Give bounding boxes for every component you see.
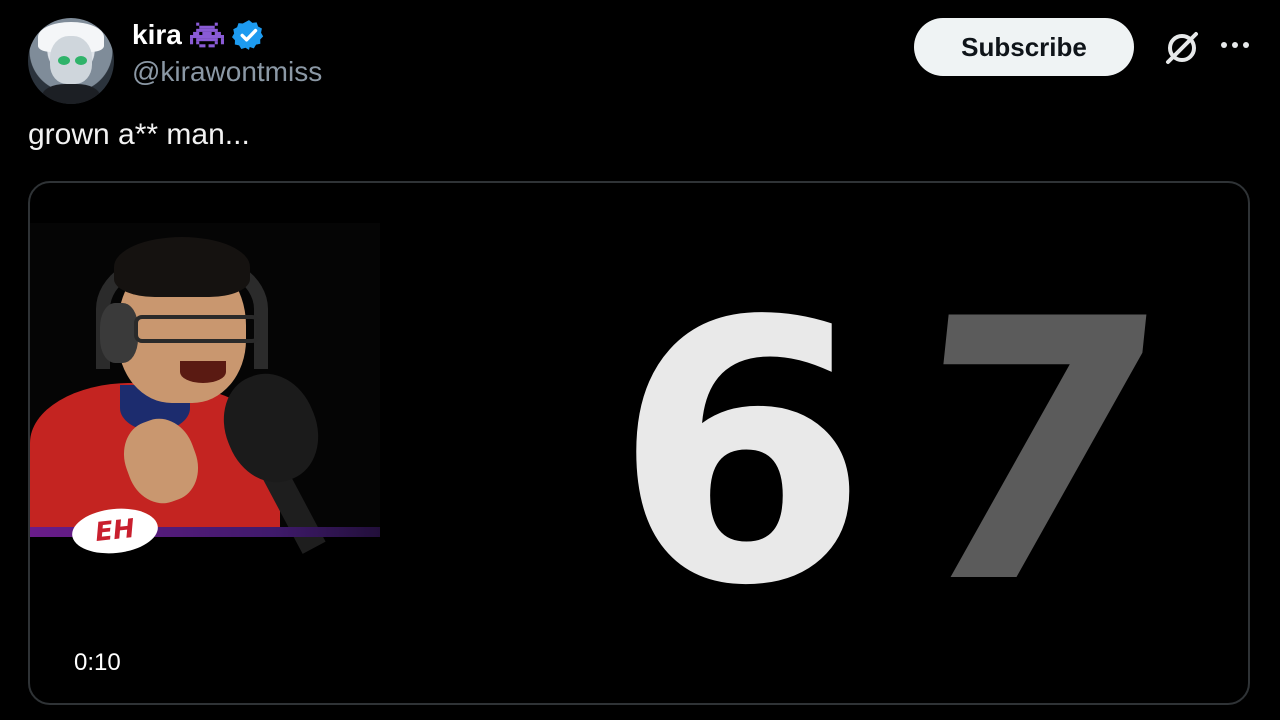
author-name-row: kira (132, 18, 266, 52)
avatar-eye-left (58, 56, 70, 65)
author-name[interactable]: kira (132, 19, 182, 51)
video-digit-seven: 7 (888, 243, 1183, 662)
alien-monster-icon (189, 22, 224, 48)
avatar-eye-right (75, 56, 87, 65)
more-dot (1232, 42, 1238, 48)
verified-badge-icon[interactable] (231, 18, 266, 52)
video-digit-six: 6 (613, 245, 870, 664)
video-timestamp: 0:10 (74, 649, 121, 676)
streamer-hair (114, 237, 250, 297)
tweet-text: grown a** man... (28, 118, 250, 151)
more-dot (1221, 42, 1227, 48)
avatar[interactable] (28, 18, 114, 104)
tweet-header: kira @kirawontmiss Subscribe (28, 16, 1252, 104)
more-icon[interactable] (1218, 28, 1252, 62)
streamer-mouth (180, 361, 226, 383)
streamer-webcam-overlay: EH (30, 223, 380, 558)
headphone-earcup (100, 303, 138, 363)
author-handle[interactable]: @kirawontmiss (132, 56, 322, 88)
avatar-body (42, 84, 100, 104)
grok-icon[interactable] (1162, 28, 1202, 68)
more-dot (1243, 42, 1249, 48)
video-player[interactable]: EH 6 7 0:10 (28, 181, 1250, 705)
glasses (134, 315, 260, 343)
subscribe-button[interactable]: Subscribe (914, 18, 1134, 76)
